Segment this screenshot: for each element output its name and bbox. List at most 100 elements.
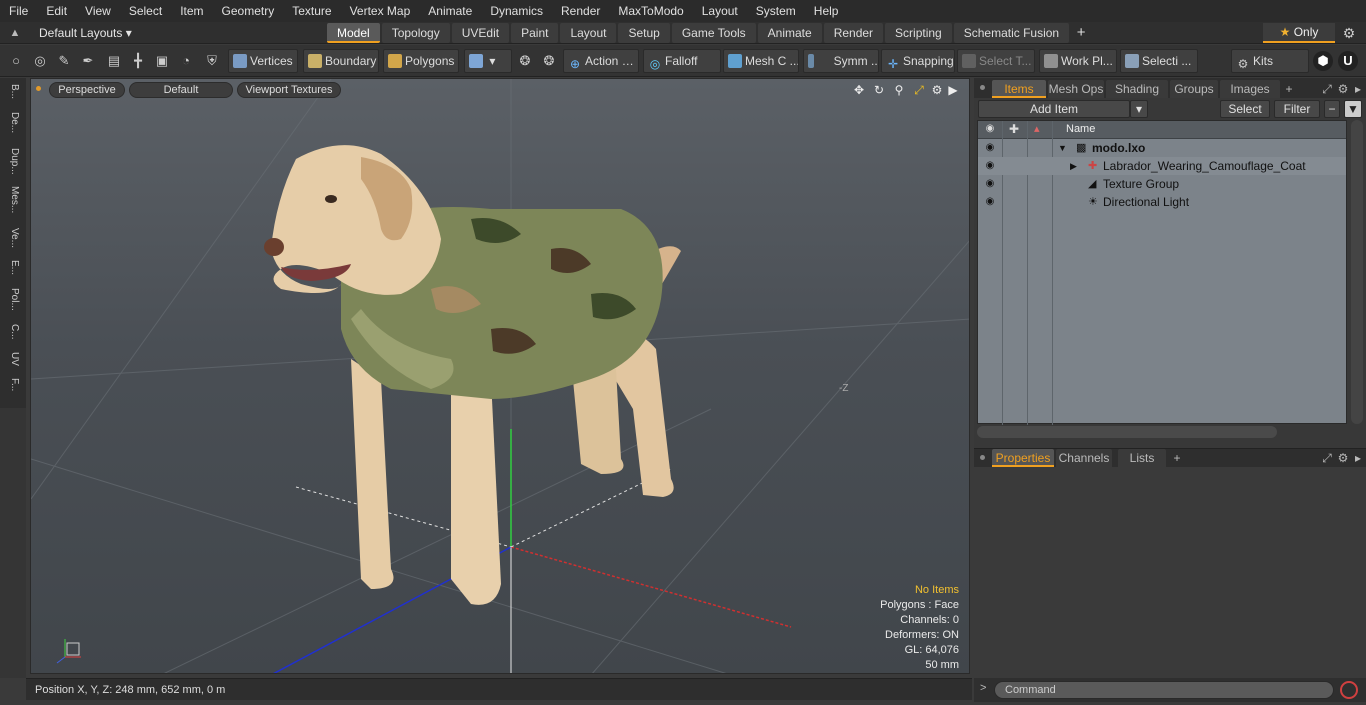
properties-expand-icon[interactable]: ⤢	[1320, 449, 1334, 467]
tab-paint[interactable]: Paint	[511, 23, 559, 43]
menu-item[interactable]: Item	[171, 0, 212, 22]
polygons-button[interactable]: Polygons	[383, 49, 459, 73]
horizontal-scrollbar[interactable]	[977, 426, 1277, 438]
ball-icon[interactable]: ❂	[539, 51, 559, 71]
viewport-gear-icon[interactable]: ⚙	[929, 82, 945, 98]
strip-tab-curve[interactable]: C...	[6, 324, 20, 348]
record-stop-icon[interactable]	[1340, 681, 1358, 699]
tab-mesh-ops[interactable]: Mesh Ops	[1048, 80, 1104, 98]
strip-tab-uv[interactable]: UV	[6, 352, 20, 374]
rotate-icon[interactable]: ↻	[871, 82, 887, 98]
visibility-header-icon[interactable]: ◉	[983, 123, 997, 134]
tab-render[interactable]: Render	[823, 23, 884, 43]
strip-tab-duplicate[interactable]: Dup...	[6, 148, 20, 180]
menu-file[interactable]: File	[0, 0, 37, 22]
menu-view[interactable]: View	[76, 0, 120, 22]
expand-panel-icon[interactable]: ⤢	[1320, 80, 1334, 98]
pen-icon[interactable]: ✎	[54, 51, 74, 71]
tab-channels[interactable]: Channels	[1056, 449, 1112, 467]
mesh-constraints-button[interactable]: Mesh C ...	[723, 49, 799, 73]
visibility-eye-icon[interactable]: ◉	[983, 139, 997, 157]
tab-layout[interactable]: Layout	[560, 23, 617, 43]
vertices-button[interactable]: Vertices	[228, 49, 298, 73]
tab-images[interactable]: Images	[1220, 80, 1280, 98]
tree-row-texture-group[interactable]: ◉ ◢ Texture Group	[978, 175, 1346, 193]
menu-vertex-map[interactable]: Vertex Map	[341, 0, 420, 22]
panel-gear-icon[interactable]: ⚙	[1336, 80, 1350, 98]
menu-render[interactable]: Render	[552, 0, 609, 22]
layout-dropdown[interactable]: Default Layouts ▾	[39, 22, 132, 44]
tab-uvedit[interactable]: UVEdit	[451, 23, 510, 43]
tab-groups[interactable]: Groups	[1170, 80, 1218, 98]
tab-scripting[interactable]: Scripting	[885, 23, 952, 43]
boundary-button[interactable]: Boundary	[303, 49, 379, 73]
tree-row-mesh[interactable]: ◉ ▶ ✚ Labrador_Wearing_Camouflage_Coat	[978, 157, 1346, 175]
tab-setup[interactable]: Setup	[618, 23, 670, 43]
action-button[interactable]: ⊕ Action …	[563, 49, 639, 73]
tab-shading[interactable]: Shading	[1106, 80, 1168, 98]
collapse-icon[interactable]: −	[1324, 100, 1340, 118]
properties-dot-icon[interactable]	[980, 455, 985, 460]
menu-system[interactable]: System	[747, 0, 805, 22]
tab-items[interactable]: Items	[992, 80, 1046, 98]
3d-viewport[interactable]: -Z Perspective Default Viewport Textures…	[30, 78, 970, 674]
tab-lists[interactable]: Lists	[1118, 449, 1166, 467]
add-panel-tab-icon[interactable]: +	[1282, 80, 1296, 98]
add-properties-tab-icon[interactable]: +	[1170, 449, 1184, 467]
menu-select[interactable]: Select	[120, 0, 171, 22]
properties-gear-icon[interactable]: ⚙	[1336, 449, 1350, 467]
menu-edit[interactable]: Edit	[37, 0, 76, 22]
zoom-icon[interactable]: ⚲	[891, 82, 907, 98]
tab-model[interactable]: Model	[327, 23, 380, 43]
tab-schematic-fusion[interactable]: Schematic Fusion	[953, 23, 1070, 43]
unreal-icon[interactable]: U	[1338, 51, 1358, 71]
square-target-icon[interactable]: ▣	[152, 51, 172, 71]
menu-texture[interactable]: Texture	[283, 0, 340, 22]
add-item-dropdown[interactable]: Add Item	[978, 100, 1130, 118]
work-plane-button[interactable]: Work Pl...	[1039, 49, 1117, 73]
menu-help[interactable]: Help	[805, 0, 848, 22]
falloff-button[interactable]: ◎ Falloff	[643, 49, 721, 73]
selection-sets-button[interactable]: Selecti ...	[1120, 49, 1198, 73]
menu-layout[interactable]: Layout	[693, 0, 747, 22]
expand-arrow-icon[interactable]: ▶	[1070, 157, 1077, 175]
visibility-eye-icon[interactable]: ◉	[983, 157, 997, 175]
render-header-icon[interactable]: ▴	[1034, 122, 1040, 135]
select-button[interactable]: Select	[1220, 100, 1270, 118]
strip-tab-basic[interactable]: B...	[6, 84, 20, 106]
collapse-arrow-icon[interactable]: ▼	[1058, 139, 1067, 157]
lock-header-icon[interactable]: ✚	[1009, 122, 1019, 136]
brush-icon[interactable]: ✒	[78, 51, 98, 71]
tab-animate[interactable]: Animate	[757, 23, 822, 43]
add-item-arrow-icon[interactable]: ▾	[1130, 100, 1148, 118]
menu-maxtomodo[interactable]: MaxToModo	[609, 0, 692, 22]
symmetry-ball-icon[interactable]: ❂	[515, 51, 535, 71]
align-icon[interactable]: ▤	[104, 51, 124, 71]
filter-button[interactable]: Filter	[1274, 100, 1320, 118]
vertical-scrollbar[interactable]	[1351, 120, 1363, 424]
menu-geometry[interactable]: Geometry	[213, 0, 284, 22]
shading-default-button[interactable]: Default	[129, 82, 233, 98]
pan-icon[interactable]: ✥	[851, 82, 867, 98]
only-toggle[interactable]: ★ Only	[1263, 23, 1335, 43]
gear-icon[interactable]: ⚙	[1340, 24, 1358, 42]
perspective-button[interactable]: Perspective	[49, 82, 125, 98]
symmetry-button[interactable]: Symm ...	[803, 49, 879, 73]
strip-tab-deform[interactable]: De...	[6, 112, 20, 142]
labrador-model[interactable]	[264, 145, 681, 605]
strip-tab-vertex[interactable]: Ve...	[6, 228, 20, 256]
tree-row-scene[interactable]: ◉ ▼ ▩ modo.lxo	[978, 139, 1346, 157]
add-tab-icon[interactable]: +	[1071, 23, 1091, 43]
select-through-button[interactable]: Select T...	[957, 49, 1035, 73]
menu-animate[interactable]: Animate	[419, 0, 481, 22]
viewport-menu-dot-icon[interactable]	[36, 86, 41, 91]
tab-topology[interactable]: Topology	[381, 23, 450, 43]
strip-tab-polygon[interactable]: Pol...	[6, 288, 20, 320]
tab-properties[interactable]: Properties	[992, 449, 1054, 467]
strip-tab-edge[interactable]: E...	[6, 260, 20, 284]
viewport-expand-icon[interactable]: ▶	[945, 82, 961, 98]
properties-arrow-icon[interactable]: ▸	[1352, 449, 1364, 467]
strip-tab-mesh[interactable]: Mes...	[6, 186, 20, 222]
visibility-eye-icon[interactable]: ◉	[983, 193, 997, 211]
snapping-button[interactable]: ✛ Snapping	[881, 49, 955, 73]
